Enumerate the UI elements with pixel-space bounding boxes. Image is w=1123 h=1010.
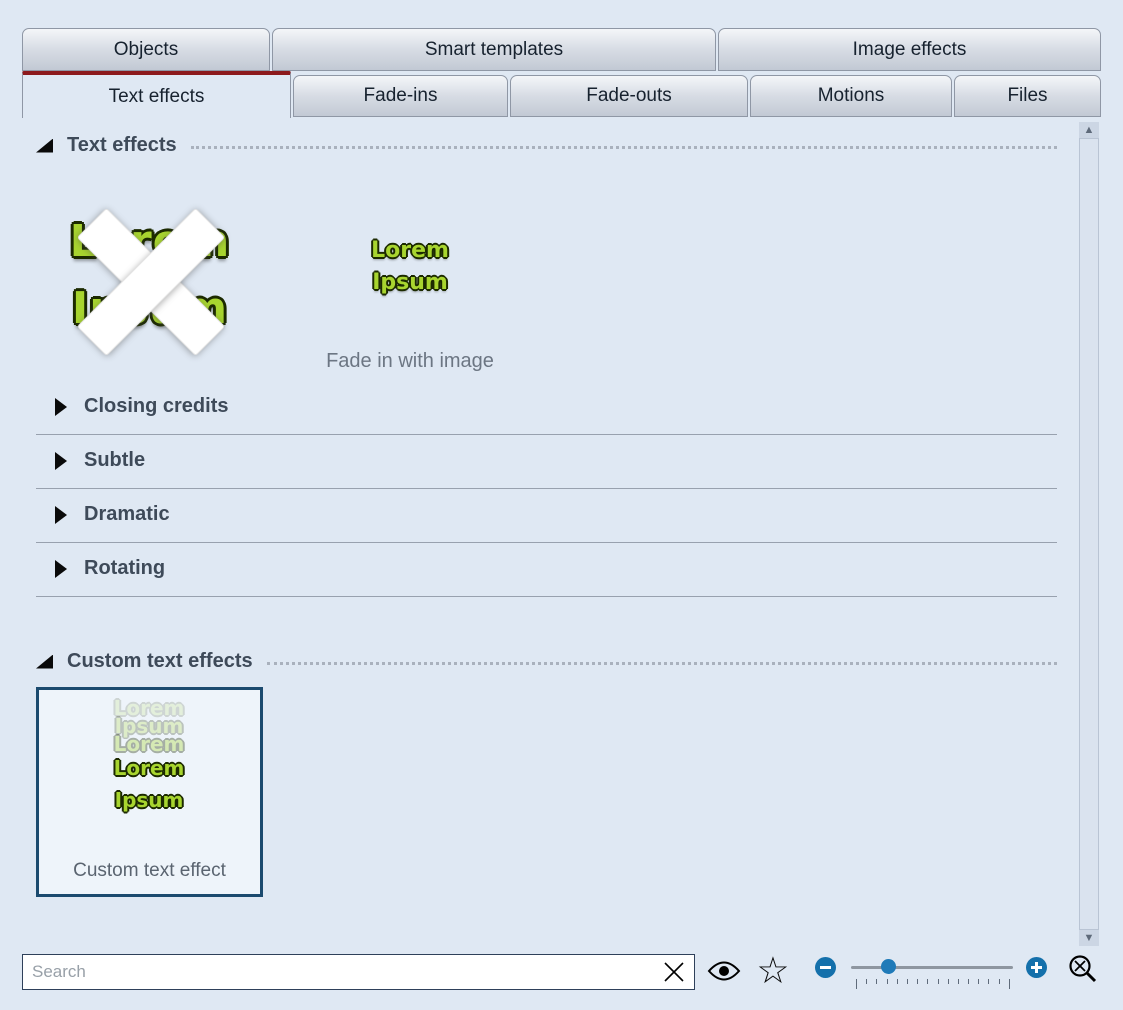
effect-ghost-text: Lorem [114, 734, 185, 754]
tab-fade-ins[interactable]: Fade-ins [293, 75, 508, 117]
favorite-star-icon[interactable]: ☆ [753, 948, 793, 992]
triangle-expanded-icon [36, 655, 53, 669]
zoom-in-icon[interactable] [1026, 957, 1047, 978]
tab-files[interactable]: Files [954, 75, 1101, 117]
dotted-rule [267, 662, 1057, 665]
section-separator [36, 542, 1057, 543]
tab-text-effects[interactable]: Text effects [22, 71, 291, 118]
zoom-out-icon[interactable] [815, 957, 836, 978]
triangle-collapsed-icon [55, 452, 67, 470]
effect-preview-text: Lorem [371, 240, 449, 262]
section-title: Subtle [84, 449, 145, 472]
scrollbar-down-icon[interactable]: ▼ [1079, 930, 1099, 946]
thumbnail-size-slider-track[interactable] [851, 966, 1013, 969]
thumbnail-caption: Custom text effect [39, 860, 260, 882]
triangle-collapsed-icon [55, 398, 67, 416]
section-separator [36, 488, 1057, 489]
section-header-subtle[interactable]: Subtle [55, 449, 145, 472]
search-input[interactable] [22, 954, 695, 990]
dotted-rule [191, 146, 1057, 149]
effect-preview-text: Ipsum [115, 790, 184, 810]
scrollbar[interactable]: ▲ ▼ [1079, 122, 1099, 946]
section-header-closing-credits[interactable]: Closing credits [55, 395, 228, 418]
section-separator [36, 434, 1057, 435]
thumbnail-size-slider-thumb[interactable] [881, 959, 896, 974]
section-title: Closing credits [84, 395, 228, 418]
section-header-custom-text-effects[interactable]: Custom text effects [36, 650, 1057, 673]
scrollbar-thumb[interactable] [1079, 138, 1099, 930]
thumbnail-custom-text-effect[interactable]: Lorem Ipsum Lorem Lorem Ipsum Custom tex… [36, 687, 263, 897]
section-header-text-effects[interactable]: Text effects [36, 134, 1057, 157]
triangle-collapsed-icon [55, 506, 67, 524]
scrollbar-up-icon[interactable]: ▲ [1079, 122, 1099, 138]
effect-preview-text: Lorem [114, 758, 185, 778]
preview-eye-icon[interactable] [707, 958, 741, 984]
tab-motions[interactable]: Motions [750, 75, 952, 117]
section-title: Custom text effects [67, 650, 253, 673]
tab-fade-outs[interactable]: Fade-outs [510, 75, 748, 117]
tab-image-effects[interactable]: Image effects [718, 28, 1101, 71]
section-title: Rotating [84, 557, 165, 580]
section-separator [36, 596, 1057, 597]
section-header-rotating[interactable]: Rotating [55, 557, 165, 580]
triangle-collapsed-icon [55, 560, 67, 578]
triangle-expanded-icon [36, 139, 53, 153]
slider-ticks [856, 979, 1010, 989]
section-title: Text effects [67, 134, 177, 157]
tab-objects[interactable]: Objects [22, 28, 270, 71]
section-header-dramatic[interactable]: Dramatic [55, 503, 170, 526]
thumbnail-caption: Fade in with image [326, 350, 494, 373]
tab-smart-templates[interactable]: Smart templates [272, 28, 716, 71]
effect-preview-text: Ipsum [372, 272, 448, 294]
clear-search-icon[interactable] [658, 956, 690, 988]
zoom-reset-magnifier-icon[interactable] [1064, 951, 1102, 989]
section-title: Dramatic [84, 503, 170, 526]
